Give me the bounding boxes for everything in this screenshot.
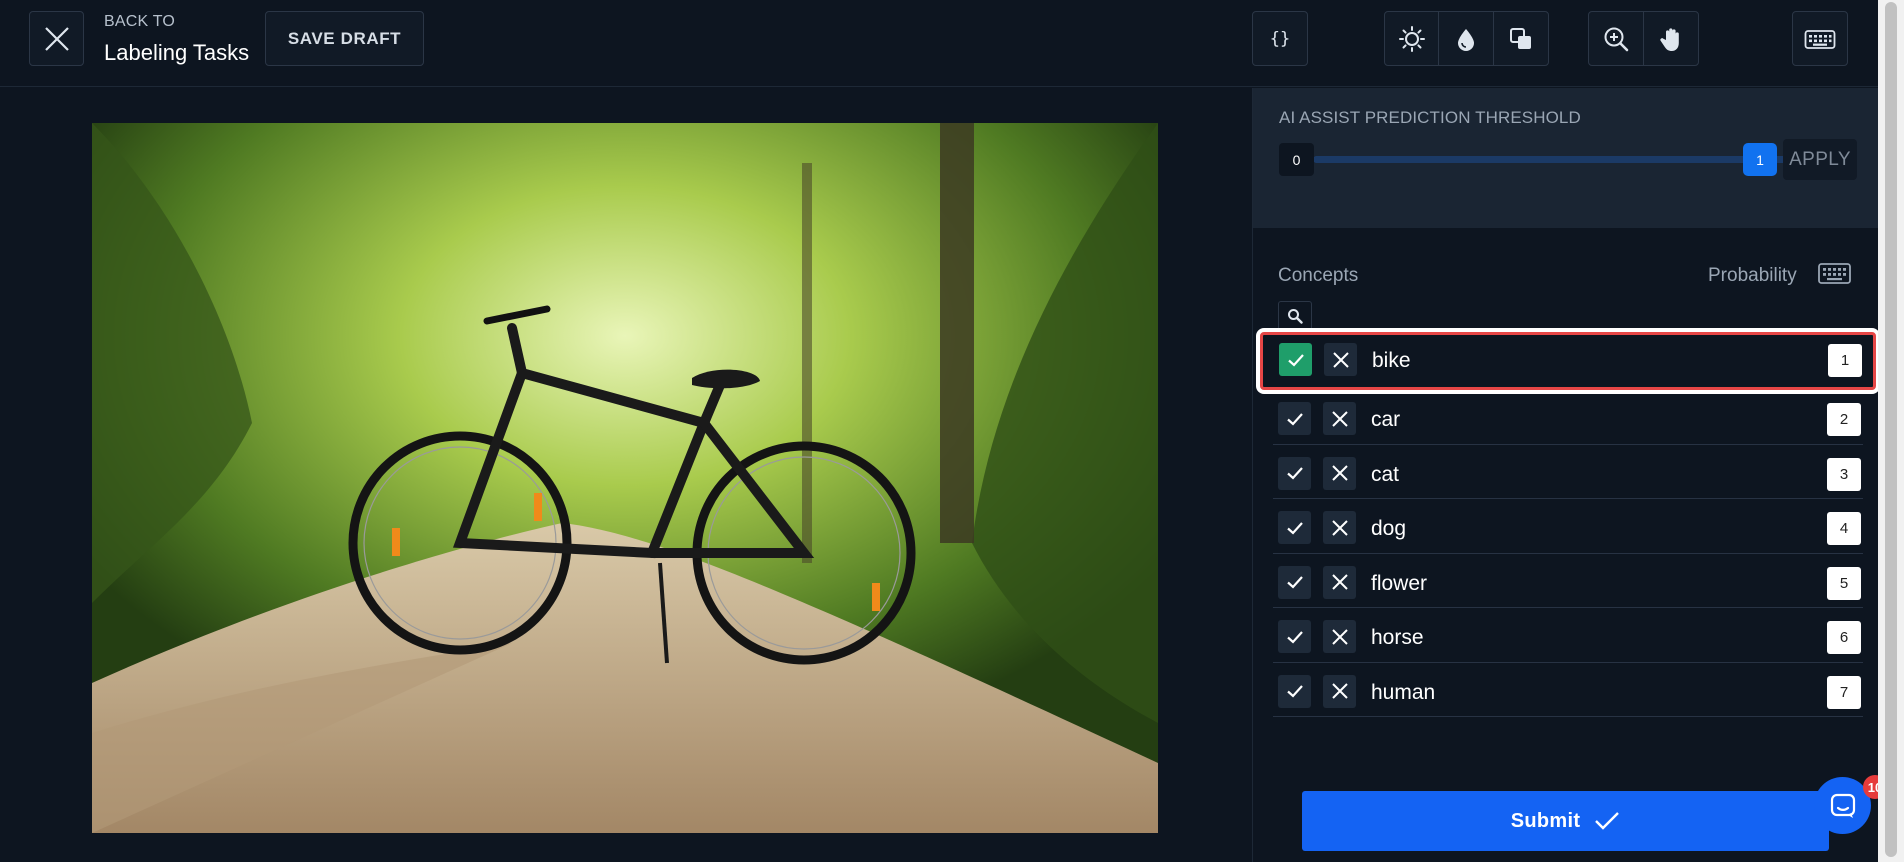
accept-concept-button[interactable]	[1278, 565, 1311, 599]
scrollbar-thumb[interactable]	[1885, 2, 1897, 857]
save-draft-button[interactable]: SAVE DRAFT	[265, 11, 424, 66]
labeled-photo[interactable]	[92, 123, 1158, 833]
concept-search-button[interactable]	[1278, 301, 1312, 329]
close-icon	[1331, 410, 1348, 427]
concept-row-cat[interactable]: cat 3	[1273, 445, 1863, 499]
concept-name: horse	[1371, 626, 1424, 649]
accept-concept-button[interactable]	[1278, 511, 1311, 544]
close-icon	[1331, 465, 1348, 481]
threshold-min-label: 0	[1279, 143, 1314, 176]
threshold-slider-handle[interactable]: 1	[1743, 143, 1777, 176]
invert-button[interactable]	[1494, 12, 1548, 65]
close-icon	[1332, 351, 1349, 368]
accept-concept-button[interactable]	[1278, 402, 1311, 435]
concept-row-dog[interactable]: dog 4	[1273, 499, 1863, 554]
zoom-in-button[interactable]	[1589, 12, 1644, 65]
saturation-icon	[1458, 28, 1475, 51]
close-icon	[1331, 519, 1348, 536]
check-icon	[1286, 685, 1303, 698]
close-icon	[1331, 574, 1348, 590]
apply-threshold-button[interactable]: APPLY	[1783, 139, 1857, 180]
concepts-header: Concepts	[1278, 265, 1359, 286]
concept-hotkey: 7	[1827, 675, 1861, 709]
chat-icon	[1830, 793, 1855, 818]
brightness-icon	[1398, 25, 1425, 52]
submit-label: Submit	[1510, 809, 1581, 832]
concept-row-human[interactable]: human 7	[1273, 663, 1863, 717]
check-icon	[1286, 630, 1303, 644]
concept-row-horse[interactable]: horse 6	[1273, 608, 1863, 663]
hand-pan-icon	[1660, 27, 1679, 51]
concept-hotkey: 2	[1827, 403, 1861, 436]
reject-concept-button[interactable]	[1323, 620, 1356, 653]
json-view-button[interactable]: {}	[1252, 11, 1308, 66]
check-icon	[1287, 353, 1304, 367]
keyboard-shortcuts-button[interactable]	[1792, 11, 1848, 66]
pan-button[interactable]	[1644, 12, 1699, 65]
top-bar: BACK TO Labeling Tasks SAVE DRAFT {}	[0, 0, 1904, 87]
concept-name: human	[1371, 680, 1436, 704]
reject-concept-button[interactable]	[1324, 343, 1357, 376]
concept-name: bike	[1372, 349, 1411, 372]
concept-hotkey: 6	[1827, 621, 1861, 654]
accept-concept-button[interactable]	[1278, 674, 1311, 708]
concept-row-bike[interactable]: bike 1	[1260, 332, 1876, 390]
image-canvas[interactable]	[0, 88, 1252, 862]
concept-name: car	[1371, 408, 1401, 431]
submit-button[interactable]: Submit	[1302, 791, 1829, 851]
brightness-button[interactable]	[1385, 12, 1440, 65]
concept-hotkeys-button[interactable]	[1817, 259, 1852, 287]
saturation-button[interactable]	[1439, 12, 1494, 65]
keyboard-icon	[1804, 29, 1836, 49]
search-icon	[1288, 308, 1303, 324]
reject-concept-button[interactable]	[1323, 511, 1356, 544]
threshold-slider-track[interactable]	[1313, 156, 1803, 163]
concept-name: cat	[1371, 462, 1400, 486]
concept-hotkey: 5	[1827, 566, 1861, 600]
keyboard-icon	[1818, 263, 1851, 284]
concept-hotkey: 1	[1828, 344, 1862, 377]
image-adjust-group	[1384, 11, 1549, 66]
check-icon	[1286, 521, 1303, 535]
probability-header: Probability	[1708, 265, 1797, 286]
accept-concept-button[interactable]	[1278, 456, 1311, 490]
concept-name: flower	[1371, 571, 1428, 595]
invert-icon	[1509, 27, 1531, 49]
concept-list: bike 1 car 2 cat 3 dog 4 flower 5 horse …	[1260, 332, 1876, 717]
concept-row-flower[interactable]: flower 5	[1273, 554, 1863, 608]
close-icon	[1331, 683, 1348, 699]
close-button[interactable]	[29, 11, 84, 66]
close-icon	[1331, 628, 1348, 645]
reject-concept-button[interactable]	[1323, 456, 1356, 490]
reject-concept-button[interactable]	[1323, 402, 1356, 435]
accept-concept-button[interactable]	[1278, 620, 1311, 653]
page-scrollbar[interactable]	[1878, 0, 1904, 862]
check-icon	[1286, 467, 1303, 480]
threshold-title: AI ASSIST PREDICTION THRESHOLD	[1279, 108, 1581, 127]
concept-hotkey: 4	[1827, 512, 1861, 545]
labeling-panel: AI ASSIST PREDICTION THRESHOLD 0 1 APPLY…	[1252, 88, 1879, 862]
concept-row-car[interactable]: car 2	[1273, 390, 1863, 445]
reject-concept-button[interactable]	[1323, 674, 1356, 708]
check-icon	[1595, 812, 1620, 830]
check-icon	[1286, 576, 1303, 589]
check-icon	[1286, 412, 1303, 426]
bicycle-in-forest-image	[92, 123, 1158, 833]
back-to-link[interactable]: Labeling Tasks	[104, 40, 249, 66]
threshold-section: AI ASSIST PREDICTION THRESHOLD 0 1 APPLY	[1253, 88, 1879, 228]
back-to-label: BACK TO	[104, 13, 176, 30]
concept-name: dog	[1371, 517, 1407, 540]
reject-concept-button[interactable]	[1323, 565, 1356, 599]
navigation-group	[1588, 11, 1699, 66]
zoom-in-icon	[1604, 27, 1629, 51]
concept-hotkey: 3	[1827, 457, 1861, 491]
accept-concept-button[interactable]	[1279, 343, 1312, 376]
close-icon	[44, 26, 69, 51]
